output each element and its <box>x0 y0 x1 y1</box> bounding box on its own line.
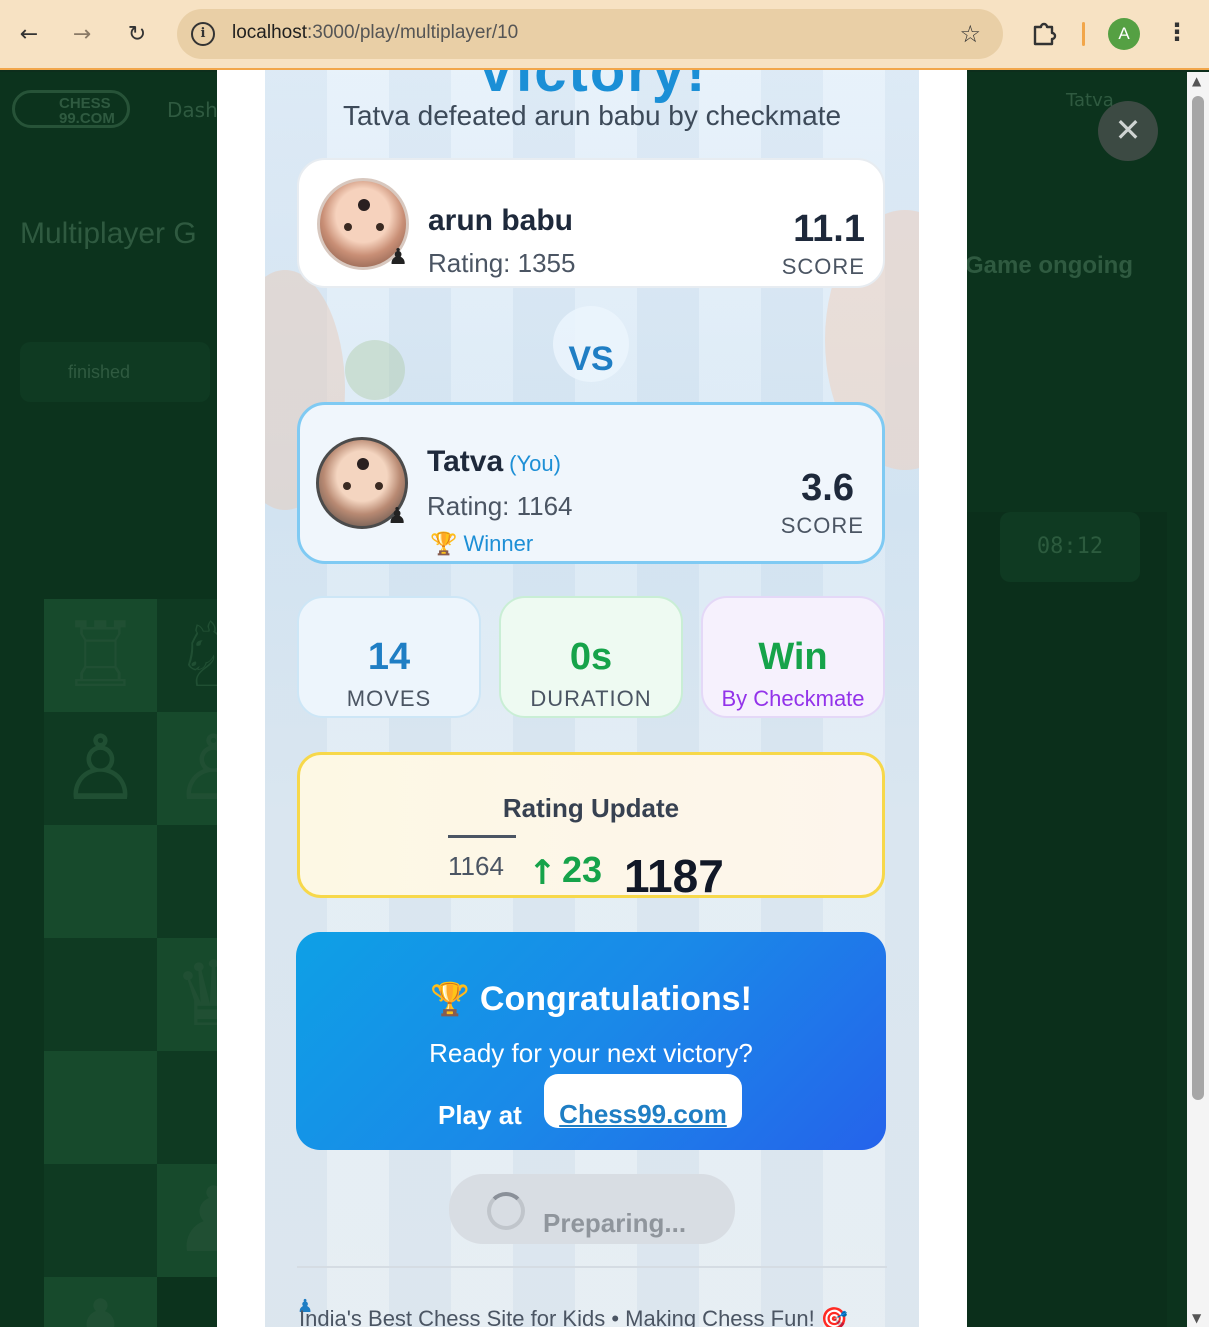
moves-label: MOVES <box>346 686 432 711</box>
spinner-icon <box>487 1192 525 1230</box>
board-square <box>44 938 157 1051</box>
board-square: ♙ <box>44 712 157 825</box>
toolbar-divider <box>1082 22 1085 46</box>
rook-icon: ♖ <box>60 603 141 708</box>
status-chip: finished <box>20 342 210 402</box>
preparing-button[interactable]: Preparing... <box>449 1174 735 1244</box>
url-text[interactable]: localhost:3000/play/multiplayer/10 <box>232 22 518 44</box>
star-icon[interactable]: ☆ <box>959 20 981 48</box>
winner-badge: 🏆 Winner <box>430 531 533 557</box>
strikethrough-line <box>448 835 516 838</box>
back-icon[interactable]: ← <box>12 17 46 51</box>
chess-board: ♖ ♘ ♙ ♙ ♛ ♟ ♟ <box>44 599 270 1327</box>
pawn-icon: ♟ <box>44 1277 157 1327</box>
board-square <box>44 825 157 938</box>
moves-value: 14 <box>367 636 411 678</box>
trophy-icon: 🏆 <box>430 531 458 556</box>
congrats-subtitle: Ready for your next victory? <box>429 1038 753 1068</box>
game-result-modal: Victory! Tatva defeated arun babu by che… <box>265 70 919 1327</box>
board-square: ♟ <box>44 1277 157 1327</box>
opponent-score: 11.1 <box>793 208 865 250</box>
reload-icon[interactable]: ↻ <box>120 17 154 51</box>
moves-stat: 14 MOVES <box>297 596 481 718</box>
bindi-dot <box>358 199 370 211</box>
avatar-eye <box>375 482 383 490</box>
page-scrollbar[interactable]: ▲ ▼ <box>1187 72 1209 1327</box>
nav-dashboard: Dash <box>167 98 218 122</box>
game-status: Game ongoing <box>965 252 1133 279</box>
black-piece-icon: ♟ <box>388 245 408 270</box>
duration-value: 0s <box>569 636 613 678</box>
bindi-dot <box>357 458 369 470</box>
black-piece-icon: ♟ <box>387 504 407 529</box>
new-rating: 1187 <box>624 850 724 902</box>
player-score: 3.6 <box>801 467 854 509</box>
preparing-label: Preparing... <box>543 1208 687 1238</box>
avatar-eye <box>344 223 352 231</box>
address-bar[interactable]: i localhost:3000/play/multiplayer/10 ☆ <box>177 9 1003 59</box>
opponent-rating: Rating: 1355 <box>428 248 576 278</box>
board-square <box>44 1051 157 1164</box>
site-info-icon[interactable]: i <box>191 22 215 46</box>
rating-update-box: Rating Update 1164 ↑ 23 1187 <box>297 752 885 902</box>
player-card: ♟ Tatva (You) Rating: 1164 🏆 Winner 3.6 S… <box>297 402 885 564</box>
duration-label: DURATION <box>530 686 652 711</box>
rating-update-title: Rating Update <box>502 793 680 823</box>
result-stat: Win By Checkmate <box>701 596 885 718</box>
opponent-avatar: ♟ <box>317 178 409 270</box>
result-label: By Checkmate <box>721 686 865 711</box>
trophy-icon: 🏆 <box>430 981 470 1017</box>
winner-label: Winner <box>463 531 534 556</box>
board-square <box>44 1164 157 1277</box>
congrats-title: Congratulations! <box>479 980 752 1018</box>
play-at-label: Play at <box>438 1100 522 1130</box>
profile-avatar[interactable]: A <box>1108 18 1140 50</box>
duration-stat: 0s DURATION <box>499 596 683 718</box>
arrow-up-icon: ↑ <box>528 853 557 893</box>
result-value: Win <box>758 636 828 678</box>
vs-label: VS <box>568 340 614 378</box>
extensions-icon[interactable] <box>1030 19 1058 47</box>
opponent-score-label: SCORE <box>781 254 865 279</box>
scroll-thumb[interactable] <box>1192 96 1204 1100</box>
pawn-icon: ♙ <box>60 716 141 821</box>
opponent-card: ♟ arun babu Rating: 1355 11.1 SCORE <box>297 158 885 288</box>
player-name: Tatva <box>427 445 504 478</box>
player-avatar: ♟ <box>316 437 408 529</box>
rating-delta: 23 <box>562 849 603 890</box>
decorative-illustration <box>345 340 405 400</box>
chess99-link[interactable]: Chess99.com <box>544 1074 742 1128</box>
player-name-row: Tatva (You) <box>427 445 561 479</box>
board-square: ♖ <box>44 599 157 712</box>
result-subtitle: Tatva defeated arun babu by checkmate <box>342 100 842 131</box>
scroll-up-icon[interactable]: ▲ <box>1192 74 1201 88</box>
footer-tagline: India's Best Chess Site for Kids • Makin… <box>299 1306 849 1327</box>
you-tag: (You) <box>509 451 561 476</box>
avatar-eye <box>376 223 384 231</box>
footer-divider <box>297 1266 887 1268</box>
user-name: Tatva <box>1066 90 1114 111</box>
scroll-down-icon[interactable]: ▼ <box>1192 1311 1201 1325</box>
close-icon[interactable]: ✕ <box>1098 101 1158 161</box>
avatar-eye <box>343 482 351 490</box>
side-panel <box>967 512 1167 1327</box>
old-rating: 1164 <box>448 851 504 881</box>
player-rating: Rating: 1164 <box>427 491 573 521</box>
opponent-name: arun babu <box>428 204 574 237</box>
menu-icon[interactable]: ⋮ <box>1165 18 1189 46</box>
browser-toolbar: ← → ↻ i localhost:3000/play/multiplayer/… <box>0 0 1209 70</box>
congrats-banner: 🏆 Congratulations! Ready for your next vi… <box>296 932 886 1150</box>
player-score-label: SCORE <box>780 513 864 538</box>
congrats-title-row: 🏆 Congratulations! <box>296 980 886 1019</box>
page-title: Multiplayer G <box>20 217 197 250</box>
game-timer: 08:12 <box>1000 512 1140 582</box>
forward-icon[interactable]: → <box>65 17 99 51</box>
site-logo: CHESS 99.COM <box>12 90 130 128</box>
